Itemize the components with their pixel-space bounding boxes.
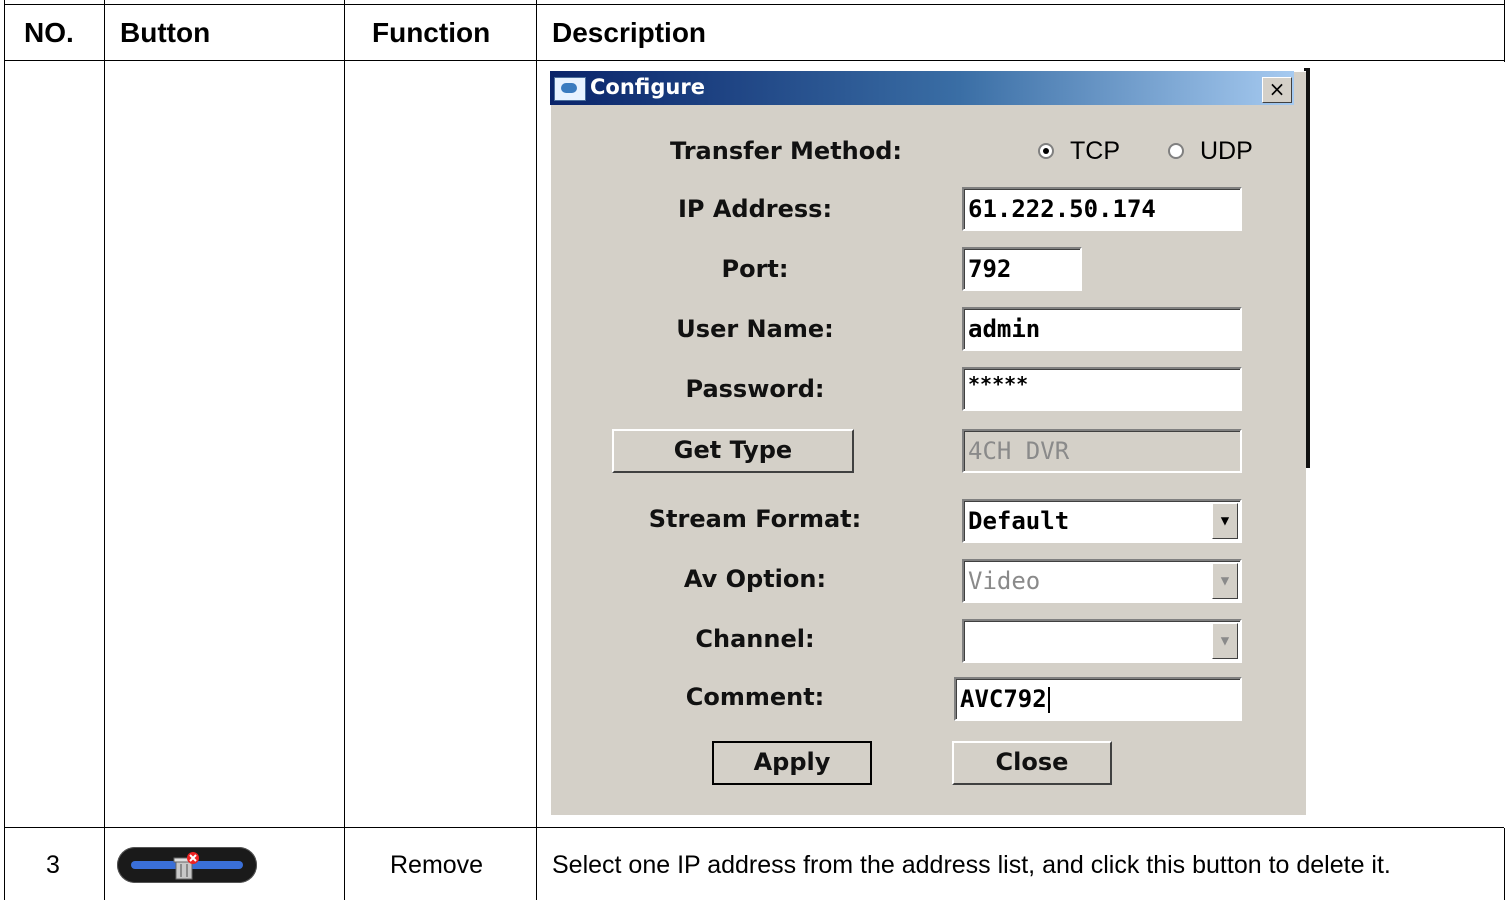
av-option-select: Video ▼ xyxy=(962,559,1242,603)
table-border-top xyxy=(4,4,1504,5)
app-icon xyxy=(554,77,586,101)
table-divider-no xyxy=(104,0,105,900)
av-option-value: Video xyxy=(968,567,1041,595)
table-border-right-lower xyxy=(1504,828,1505,900)
close-icon[interactable]: × xyxy=(1262,77,1292,103)
stream-format-select[interactable]: Default ▼ xyxy=(962,499,1242,543)
comment-field[interactable]: AVC792 xyxy=(954,677,1242,721)
table-header-divider xyxy=(4,60,1504,61)
user-name-label: User Name: xyxy=(676,315,834,343)
radio-udp-label[interactable]: UDP xyxy=(1200,137,1253,166)
table-row-divider xyxy=(4,827,1504,828)
table-divider-button xyxy=(344,0,345,900)
ip-address-field[interactable]: 61.222.50.174 xyxy=(962,187,1242,231)
transfer-method-label: Transfer Method: xyxy=(669,137,903,165)
header-no: NO. xyxy=(24,17,74,48)
comment-value: AVC792 xyxy=(960,685,1047,713)
chevron-down-icon[interactable]: ▼ xyxy=(1212,503,1238,539)
remove-button[interactable] xyxy=(117,847,257,883)
chevron-down-icon: ▼ xyxy=(1212,563,1238,599)
configure-dialog: Configure × Transfer Method: TCP UDP IP … xyxy=(550,71,1306,815)
radio-tcp[interactable] xyxy=(1038,143,1054,159)
close-button[interactable]: Close xyxy=(952,741,1112,785)
chevron-down-icon: ▼ xyxy=(1212,623,1238,659)
header-function: Function xyxy=(372,17,491,48)
table-border-right xyxy=(1504,0,1505,62)
row3-function: Remove xyxy=(390,851,484,879)
av-option-label: Av Option: xyxy=(683,565,827,593)
port-field[interactable]: 792 xyxy=(962,247,1082,291)
user-name-field[interactable]: admin xyxy=(962,307,1242,351)
text-caret xyxy=(1047,687,1050,713)
ip-address-label: IP Address: xyxy=(677,195,833,223)
table-border-left xyxy=(4,0,5,900)
port-label: Port: xyxy=(721,255,789,283)
stream-format-label: Stream Format: xyxy=(648,505,862,533)
password-field[interactable]: ***** xyxy=(962,367,1242,411)
password-label: Password: xyxy=(685,375,825,403)
channel-select: ▼ xyxy=(962,619,1242,663)
row3-description: Select one IP address from the address l… xyxy=(552,851,1391,879)
table-divider-function xyxy=(536,0,537,900)
radio-tcp-label[interactable]: TCP xyxy=(1070,137,1120,166)
radio-udp[interactable] xyxy=(1168,143,1184,159)
trash-remove-icon xyxy=(173,852,199,880)
comment-label: Comment: xyxy=(685,683,825,711)
apply-button[interactable]: Apply xyxy=(712,741,872,785)
header-button: Button xyxy=(120,17,211,48)
device-type-field: 4CH DVR xyxy=(962,429,1242,473)
row3-number: 3 xyxy=(46,851,60,879)
get-type-button[interactable]: Get Type xyxy=(612,429,854,473)
header-description: Description xyxy=(552,17,707,48)
channel-label: Channel: xyxy=(695,625,815,653)
dialog-title: Configure xyxy=(590,75,705,99)
dialog-titlebar[interactable]: Configure × xyxy=(550,71,1294,105)
stream-format-value: Default xyxy=(968,507,1070,535)
